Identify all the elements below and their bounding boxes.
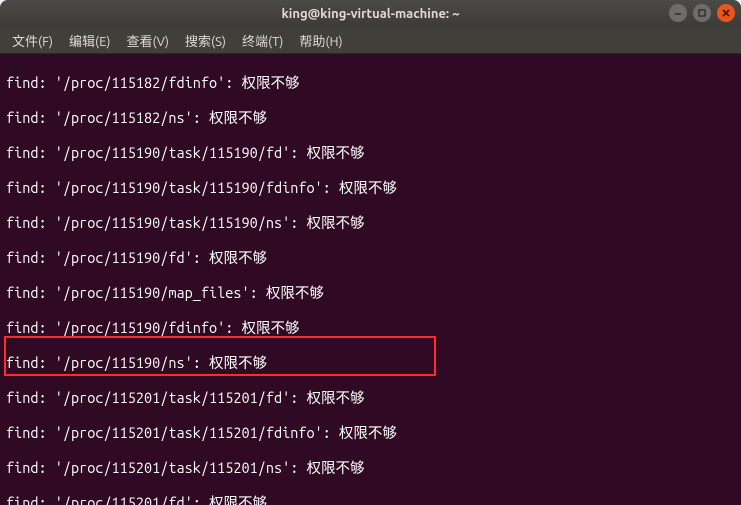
output-line: find: '/proc/115201/fd': 权限不够 (6, 494, 735, 505)
output-line: find: '/proc/115190/task/115190/fd': 权限不… (6, 144, 735, 162)
menu-search[interactable]: 搜索(S) (179, 29, 232, 52)
terminal-window: king@king-virtual-machine: ~ 文件(F) 编辑(E)… (0, 0, 741, 505)
close-button[interactable] (717, 4, 735, 22)
menu-view[interactable]: 查看(V) (121, 29, 175, 52)
menu-help[interactable]: 帮助(H) (293, 29, 348, 52)
output-line: find: '/proc/115182/ns': 权限不够 (6, 109, 735, 127)
output-line: find: '/proc/115201/task/115201/fdinfo':… (6, 424, 735, 442)
output-line: find: '/proc/115201/task/115201/fd': 权限不… (6, 389, 735, 407)
window-controls (669, 4, 735, 22)
minimize-button[interactable] (669, 4, 687, 22)
output-line: find: '/proc/115190/fdinfo': 权限不够 (6, 319, 735, 337)
menubar: 文件(F) 编辑(E) 查看(V) 搜索(S) 终端(T) 帮助(H) (0, 28, 741, 54)
output-line: find: '/proc/115190/task/115190/fdinfo':… (6, 179, 735, 197)
output-line: find: '/proc/115201/task/115201/ns': 权限不… (6, 459, 735, 477)
output-line: find: '/proc/115190/ns': 权限不够 (6, 354, 735, 372)
output-line: find: '/proc/115190/task/115190/ns': 权限不… (6, 214, 735, 232)
titlebar: king@king-virtual-machine: ~ (0, 0, 741, 28)
maximize-icon (697, 8, 707, 18)
output-line: find: '/proc/115190/map_files': 权限不够 (6, 284, 735, 302)
minimize-icon (673, 8, 683, 18)
maximize-button[interactable] (693, 4, 711, 22)
close-icon (721, 8, 731, 18)
window-title: king@king-virtual-machine: ~ (281, 7, 459, 21)
output-line: find: '/proc/115190/fd': 权限不够 (6, 249, 735, 267)
menu-edit[interactable]: 编辑(E) (63, 29, 116, 52)
menu-file[interactable]: 文件(F) (6, 29, 59, 52)
output-line: find: '/proc/115182/fdinfo': 权限不够 (6, 74, 735, 92)
terminal-area[interactable]: find: '/proc/115182/fdinfo': 权限不够 find: … (0, 54, 741, 505)
menu-terminal[interactable]: 终端(T) (236, 29, 289, 52)
